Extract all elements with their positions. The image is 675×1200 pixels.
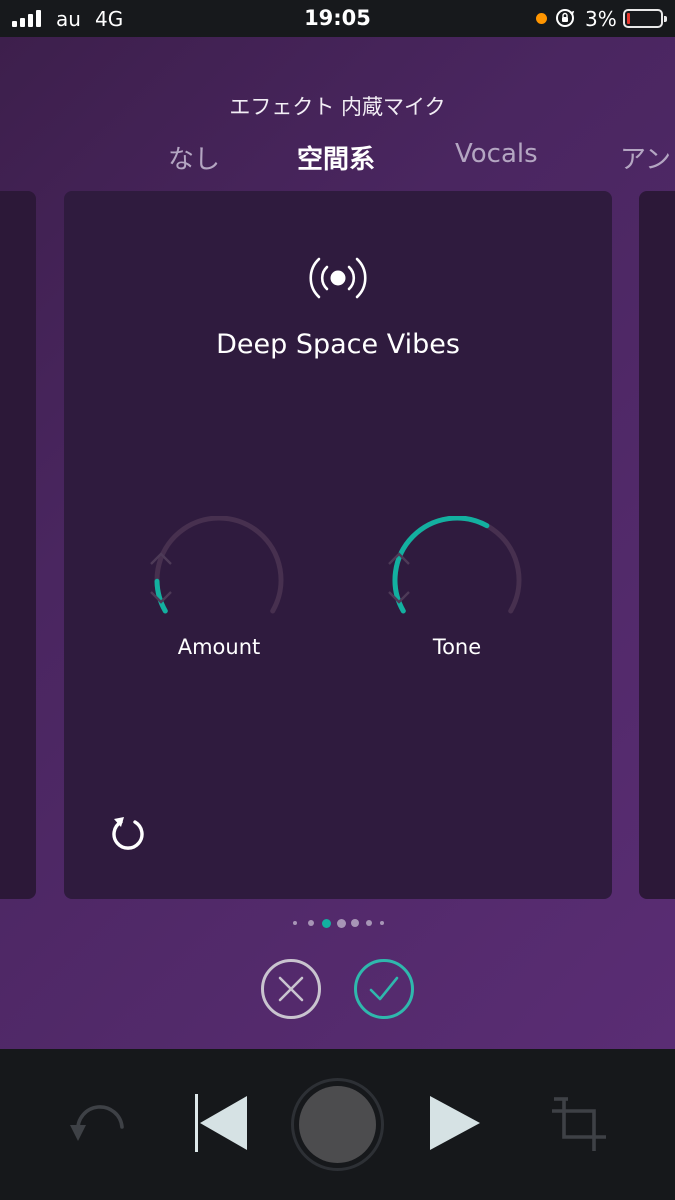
tone-knob-dial bbox=[392, 516, 522, 614]
confirm-button[interactable] bbox=[354, 959, 414, 1019]
previous-icon[interactable] bbox=[193, 1094, 249, 1152]
record-button[interactable] bbox=[291, 1078, 384, 1171]
status-bar: au 4G 19:05 3% bbox=[0, 0, 675, 37]
panel-title: エフェクト 内蔵マイク bbox=[229, 95, 446, 119]
check-icon bbox=[369, 976, 399, 1001]
recording-indicator-dot bbox=[536, 13, 547, 24]
tab-vocals[interactable]: Vocals bbox=[455, 139, 538, 169]
undo-icon[interactable] bbox=[66, 1101, 130, 1149]
amount-down-arrow-icon bbox=[150, 591, 172, 604]
amount-knob[interactable]: Amount bbox=[149, 516, 289, 666]
page-dot bbox=[365, 920, 372, 926]
play-icon[interactable] bbox=[428, 1094, 482, 1152]
battery-icon bbox=[623, 9, 667, 28]
effect-card: Deep Space Vibes Amount Tone bbox=[64, 191, 612, 899]
amount-up-arrow-icon bbox=[150, 552, 172, 565]
tone-up-arrow-icon bbox=[388, 552, 410, 565]
page-dot bbox=[293, 921, 297, 925]
broadcast-icon bbox=[309, 257, 367, 299]
tab-amp[interactable]: アン bbox=[620, 139, 671, 176]
tab-none[interactable]: なし bbox=[168, 139, 220, 176]
effect-category-tabs: なし 空間系 Vocals アン bbox=[0, 139, 675, 179]
cancel-button[interactable] bbox=[261, 959, 321, 1019]
amount-knob-dial bbox=[154, 516, 284, 614]
tone-knob[interactable]: Tone bbox=[387, 516, 527, 666]
tone-down-arrow-icon bbox=[388, 591, 410, 604]
reset-icon[interactable] bbox=[108, 813, 148, 853]
page-dot bbox=[336, 918, 346, 928]
transport-bar bbox=[0, 1049, 675, 1200]
record-icon bbox=[299, 1086, 376, 1163]
page-dot bbox=[351, 919, 359, 927]
orientation-lock-icon bbox=[556, 9, 575, 27]
tone-label: Tone bbox=[432, 635, 482, 659]
amount-label: Amount bbox=[177, 635, 261, 659]
tab-spatial[interactable]: 空間系 bbox=[297, 139, 375, 176]
page-dot bbox=[380, 921, 384, 925]
close-icon bbox=[278, 976, 304, 1002]
effect-name: Deep Space Vibes bbox=[216, 329, 460, 360]
effect-panel: エフェクト 内蔵マイク なし 空間系 Vocals アン Deep Space … bbox=[0, 37, 675, 1049]
page-dot bbox=[322, 918, 331, 928]
battery-percent: 3% bbox=[585, 7, 617, 31]
page-dot bbox=[307, 920, 314, 926]
page-indicator bbox=[0, 917, 675, 929]
previous-effect-card[interactable] bbox=[0, 191, 36, 899]
next-effect-card[interactable] bbox=[639, 191, 675, 899]
crop-icon[interactable] bbox=[550, 1097, 608, 1153]
